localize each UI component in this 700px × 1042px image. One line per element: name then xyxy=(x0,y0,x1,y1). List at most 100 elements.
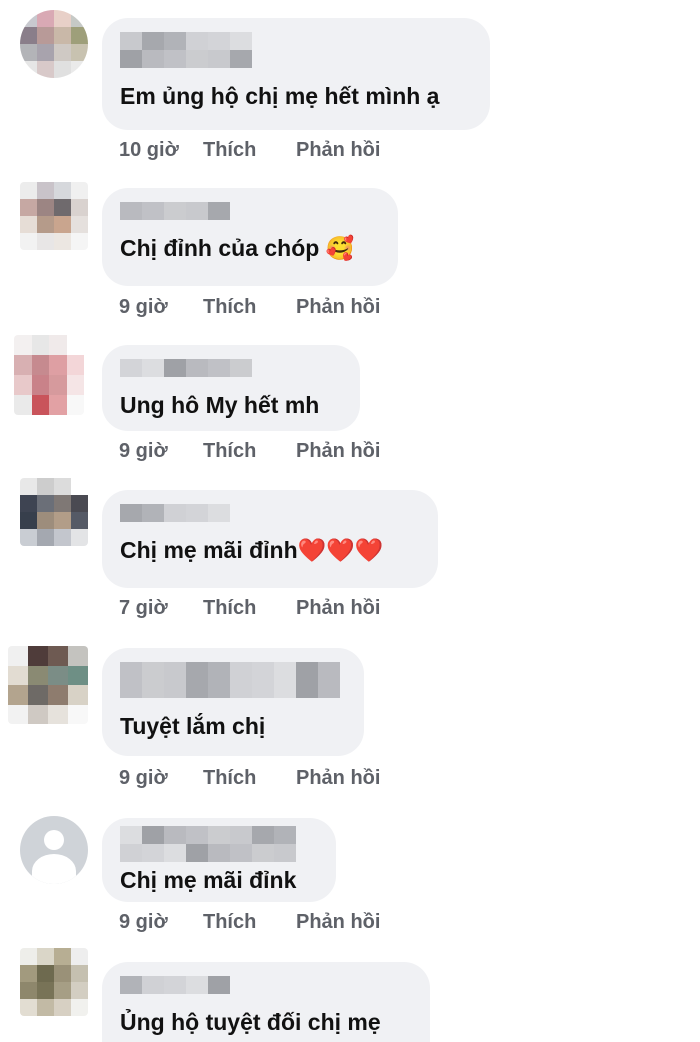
name-blur-pixel xyxy=(186,32,208,50)
comment-bubble[interactable]: Chị đỉnh của chóp 🥰 xyxy=(102,188,398,286)
name-blur-pixel xyxy=(142,504,164,522)
comment-bubble[interactable]: Ung hô My hết mh xyxy=(102,345,360,431)
commenter-name[interactable] xyxy=(120,32,270,68)
name-blur-pixel xyxy=(208,662,230,680)
avatar-pixel xyxy=(8,685,28,705)
avatar-pixel xyxy=(20,216,37,233)
name-blur-pixel xyxy=(120,662,142,680)
comment-time: 9 giờ xyxy=(119,440,168,462)
avatar-pixel xyxy=(54,44,71,61)
name-blur-pixel xyxy=(230,359,252,377)
avatar-pixel xyxy=(31,375,49,395)
commenter-name[interactable] xyxy=(120,662,346,698)
avatar-pixel xyxy=(68,646,88,666)
avatar-pixel xyxy=(54,948,71,965)
commenter-name[interactable] xyxy=(120,504,244,522)
avatar[interactable] xyxy=(8,646,88,724)
avatar[interactable] xyxy=(14,335,84,415)
name-blur-pixel xyxy=(274,844,296,862)
default-avatar-icon[interactable] xyxy=(20,816,88,884)
name-blur-pixel xyxy=(142,826,164,844)
avatar-pixel xyxy=(20,61,37,78)
comment-time: 9 giờ xyxy=(119,911,168,933)
avatar-pixel xyxy=(71,61,88,78)
commenter-name[interactable] xyxy=(120,826,310,862)
like-link[interactable]: Thích xyxy=(203,597,296,620)
comment-bubble[interactable]: Tuyệt lắm chị xyxy=(102,648,364,756)
avatar-pixel xyxy=(71,478,88,495)
like-link[interactable]: Thích xyxy=(203,767,296,790)
name-blur-pixel xyxy=(142,50,164,68)
avatar-pixel xyxy=(8,646,28,666)
avatar-pixel xyxy=(71,948,88,965)
commenter-name[interactable] xyxy=(120,976,246,994)
name-blur-pixel xyxy=(186,976,208,994)
comment-bubble[interactable]: Chị mẹ mãi đỉnh❤️❤️❤️ xyxy=(102,490,438,588)
avatar-pixel xyxy=(37,61,54,78)
name-blur-pixel xyxy=(186,826,208,844)
avatar[interactable] xyxy=(20,478,88,546)
comment-actions: 7 giờ Thích Phản hồi xyxy=(119,597,380,620)
name-blur-pixel xyxy=(164,32,186,50)
avatar-pixel xyxy=(54,61,71,78)
avatar-pixel xyxy=(71,965,88,982)
avatar-pixel xyxy=(8,704,28,724)
like-link[interactable]: Thích xyxy=(203,296,296,319)
avatar-pixel xyxy=(37,199,54,216)
name-blur-pixel xyxy=(186,202,208,220)
avatar-pixel xyxy=(31,395,49,415)
avatar[interactable] xyxy=(20,10,88,78)
name-blur-pixel xyxy=(186,50,208,68)
avatar-pixel xyxy=(37,216,54,233)
avatar-pixel xyxy=(71,44,88,61)
avatar-pixel xyxy=(8,665,28,685)
commenter-name[interactable] xyxy=(120,359,270,377)
commenter-name[interactable] xyxy=(120,202,250,220)
avatar-pixel xyxy=(66,395,84,415)
avatar[interactable] xyxy=(20,948,88,1016)
avatar-pixel xyxy=(20,199,37,216)
avatar-pixel xyxy=(71,216,88,233)
name-blur-pixel xyxy=(120,504,142,522)
avatar-pixel xyxy=(48,704,68,724)
reply-link[interactable]: Phản hồi xyxy=(296,139,380,162)
comment-bubble[interactable]: Chị mẹ mãi đỉnk xyxy=(102,818,336,902)
comment-text: Chị mẹ mãi đỉnk xyxy=(120,867,297,893)
name-blur-pixel xyxy=(186,680,208,698)
name-blur-pixel xyxy=(318,680,340,698)
reply-link[interactable]: Phản hồi xyxy=(296,911,380,934)
avatar-pixel xyxy=(71,529,88,546)
reply-link[interactable]: Phản hồi xyxy=(296,597,380,620)
avatar-pixel xyxy=(71,512,88,529)
avatar-pixel xyxy=(20,495,37,512)
like-link[interactable]: Thích xyxy=(203,139,296,162)
avatar-pixel xyxy=(71,182,88,199)
name-blur-pixel xyxy=(274,826,296,844)
name-blur-pixel xyxy=(142,32,164,50)
avatar-pixel xyxy=(20,512,37,529)
name-blur-pixel xyxy=(164,50,186,68)
like-link[interactable]: Thích xyxy=(203,911,296,934)
comment-time: 7 giờ xyxy=(119,597,168,619)
comment-bubble[interactable]: Ủng hộ tuyệt đối chị mẹ xyxy=(102,962,430,1042)
comment-bubble[interactable]: Em ủng hộ chị mẹ hết mình ạ xyxy=(102,18,490,130)
name-blur-pixel xyxy=(230,32,252,50)
avatar-pixel xyxy=(20,965,37,982)
name-blur-pixel xyxy=(164,504,186,522)
reply-link[interactable]: Phản hồi xyxy=(296,296,380,319)
avatar-pixel xyxy=(54,182,71,199)
avatar-pixel xyxy=(71,27,88,44)
name-blur-pixel xyxy=(120,826,142,844)
reply-link[interactable]: Phản hồi xyxy=(296,767,380,790)
like-link[interactable]: Thích xyxy=(203,440,296,463)
avatar-pixel xyxy=(37,529,54,546)
name-blur-pixel xyxy=(208,680,230,698)
avatar-body-shape xyxy=(32,854,76,884)
avatar-pixel xyxy=(37,999,54,1016)
avatar-pixel xyxy=(54,233,71,250)
avatar[interactable] xyxy=(20,182,88,250)
avatar-pixel xyxy=(54,495,71,512)
reply-link[interactable]: Phản hồi xyxy=(296,440,380,463)
name-blur-pixel xyxy=(230,50,252,68)
comment-text: Tuyệt lắm chị xyxy=(120,713,266,739)
